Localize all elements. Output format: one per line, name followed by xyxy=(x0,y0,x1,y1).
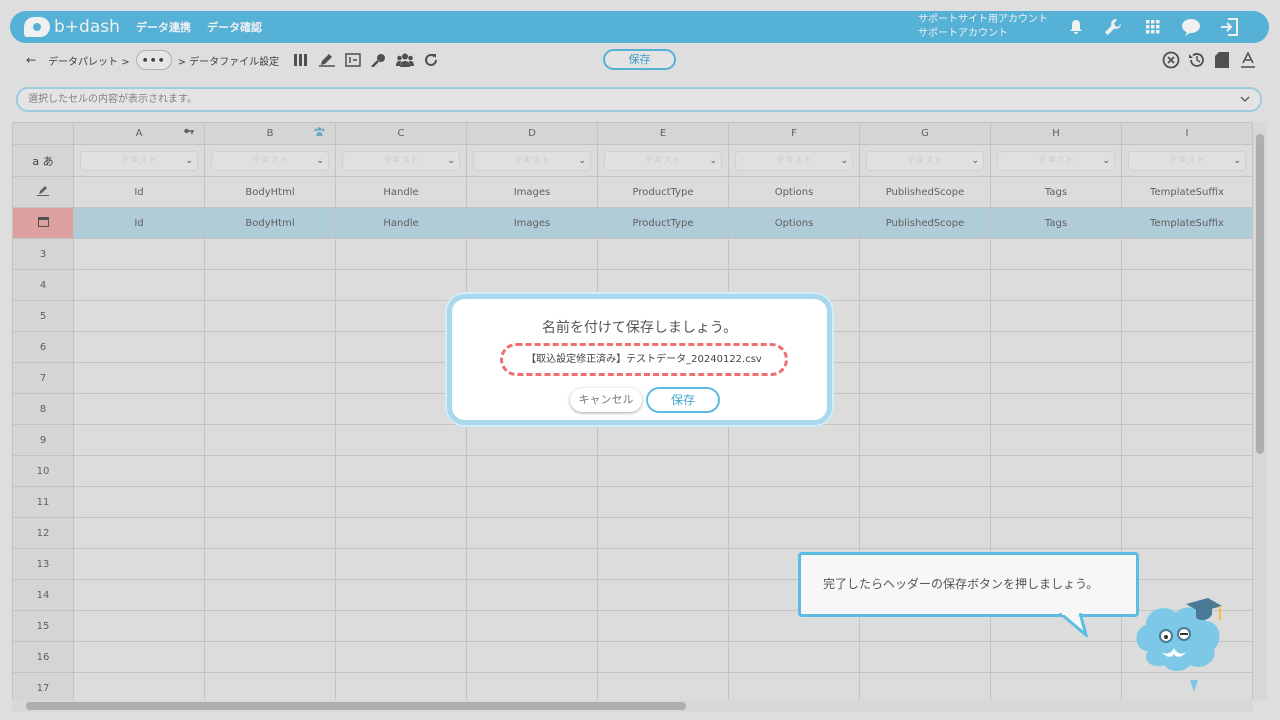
guide-bubble: 完了したらヘッダーの保存ボタンを押しましょう。 xyxy=(798,552,1139,617)
mascot-icon xyxy=(1136,598,1222,692)
filename-field[interactable]: 【取込設定修正済み】テストデータ_20240122.csv xyxy=(500,343,788,376)
cancel-button[interactable]: キャンセル xyxy=(570,388,642,412)
dialog-title: 名前を付けて保存しましょう。 xyxy=(541,320,738,336)
save-dialog: 名前を付けて保存しましょう。 【取込設定修正済み】テストデータ_20240122… xyxy=(447,294,832,425)
bubble-tail xyxy=(1059,613,1089,637)
dialog-save-button[interactable]: 保存 xyxy=(646,387,720,413)
app-window: b+dash データ連携 データ確認 サポートサイト用アカウント サポートアカウ… xyxy=(0,0,1280,720)
guide-message: 完了したらヘッダーの保存ボタンを押しましょう。 xyxy=(823,577,1099,591)
